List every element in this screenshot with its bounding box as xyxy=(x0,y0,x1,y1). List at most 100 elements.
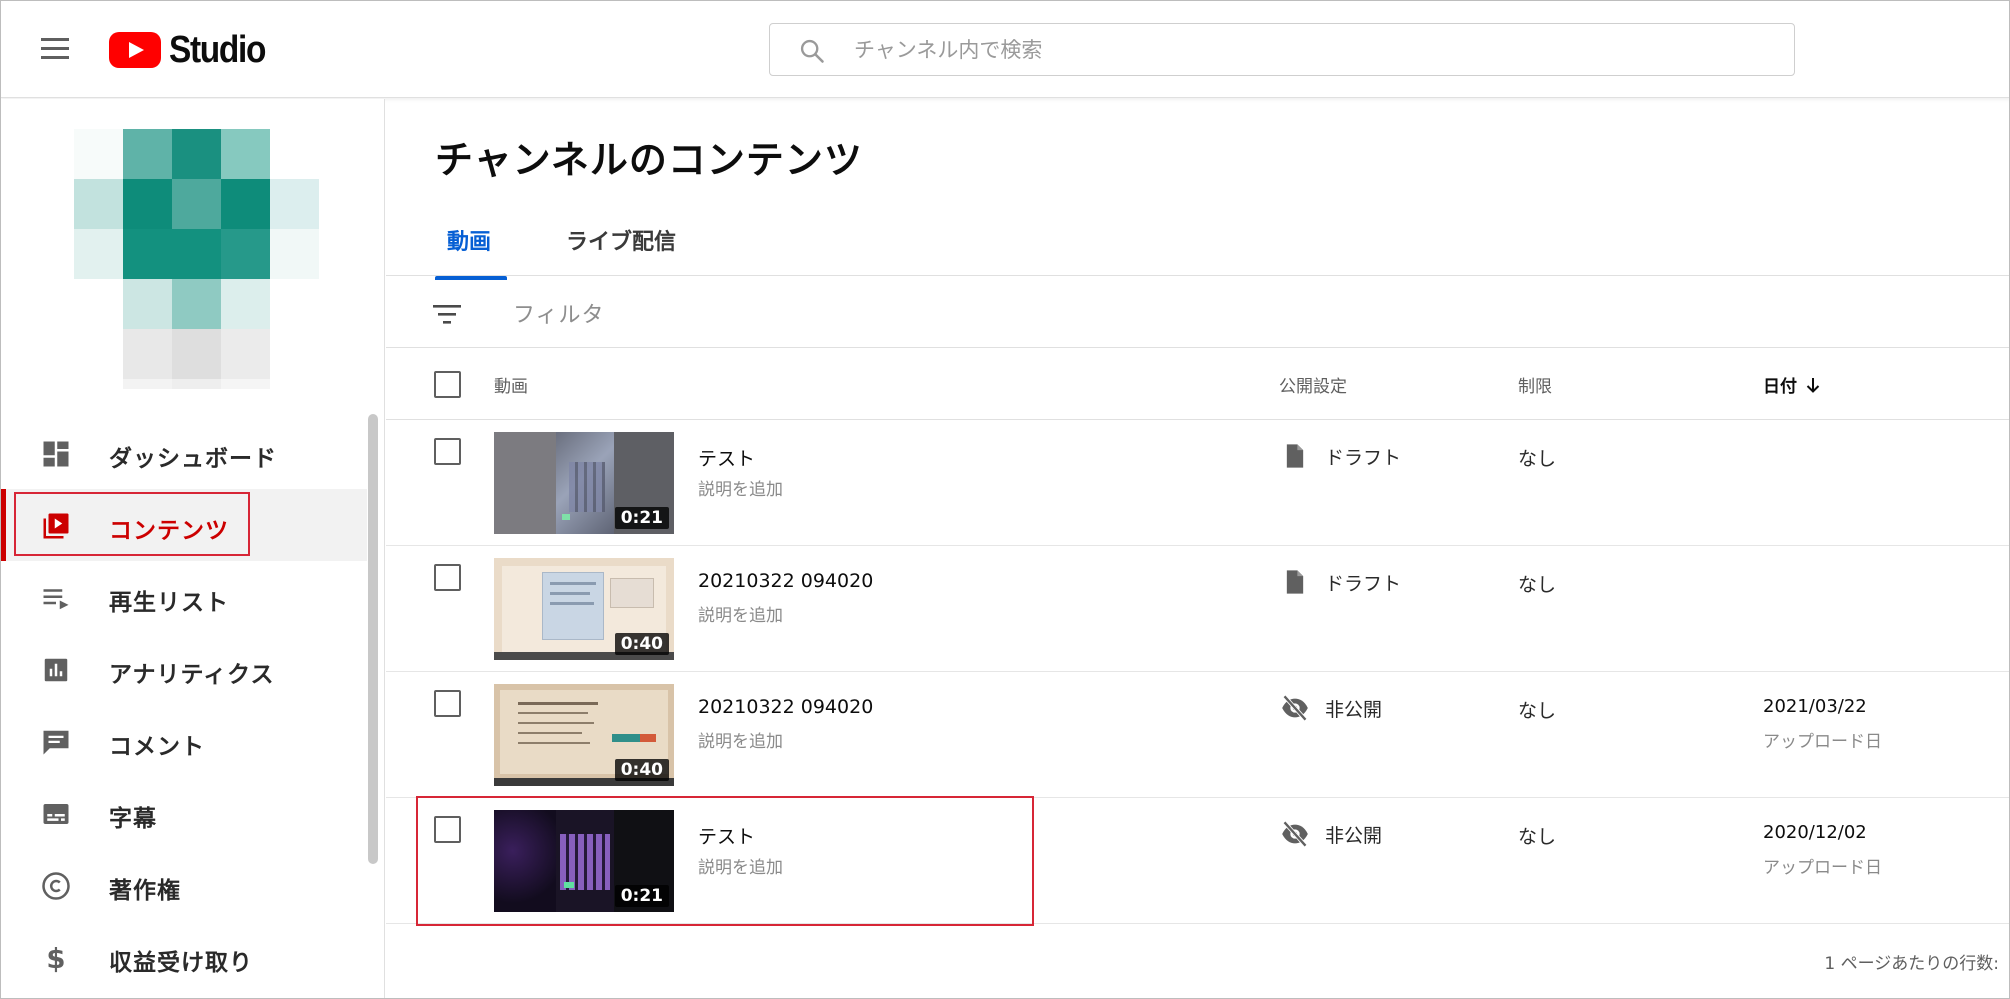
column-header-restrictions[interactable]: 制限 xyxy=(1518,372,1552,397)
draft-icon xyxy=(1286,570,1304,594)
table-row[interactable]: 0:21 テスト 説明を追加 非公開 なし 2020/12/02 アップロード日 xyxy=(386,796,2009,926)
search-box[interactable] xyxy=(769,23,1795,76)
video-thumbnail[interactable]: 0:21 xyxy=(494,432,674,534)
table-row[interactable]: 0:40 20210322 094020 説明を追加 ドラフト なし xyxy=(386,546,2009,672)
table-row[interactable]: 0:40 20210322 094020 説明を追加 非公開 なし 2021/0… xyxy=(386,672,2009,798)
draft-icon xyxy=(1286,444,1304,468)
restrictions-value: なし xyxy=(1518,448,1557,470)
rows-per-page-label: 1 ページあたりの行数: xyxy=(1824,954,1999,974)
svg-text:$: $ xyxy=(46,943,65,973)
video-description[interactable]: 説明を追加 xyxy=(698,475,783,500)
row-checkbox[interactable] xyxy=(434,690,461,717)
channel-avatar[interactable] xyxy=(74,129,320,389)
column-header-date-label: 日付 xyxy=(1763,377,1797,397)
dollar-icon: $ xyxy=(46,943,65,973)
table-row[interactable]: 0:21 テスト 説明を追加 ドラフト なし xyxy=(386,420,2009,546)
visibility-cell[interactable]: ドラフト xyxy=(1281,568,1401,596)
visibility-label: 非公開 xyxy=(1325,698,1383,721)
column-header-date[interactable]: 日付 xyxy=(1763,372,1821,397)
visibility-cell[interactable]: 非公開 xyxy=(1281,820,1382,848)
video-title[interactable]: テスト xyxy=(698,444,755,471)
playlist-icon xyxy=(43,589,69,610)
search-icon[interactable] xyxy=(798,37,826,65)
private-icon xyxy=(1282,820,1308,848)
video-description[interactable]: 説明を追加 xyxy=(698,727,783,752)
sort-down-arrow-icon xyxy=(1806,377,1820,393)
sidebar-item-label: 再生リスト xyxy=(109,590,229,616)
video-duration: 0:21 xyxy=(614,507,669,529)
sidebar-item-playlists[interactable]: 再生リスト xyxy=(1,561,367,633)
tab-label: 動画 xyxy=(447,230,492,255)
row-checkbox[interactable] xyxy=(434,816,461,843)
sidebar-item-label: 収益受け取り xyxy=(109,950,253,976)
tab-label: ライブ配信 xyxy=(566,230,677,255)
highlight-box xyxy=(14,492,250,556)
studio-window: Studio チャンネル内で検索 ダッシュボード コンテンツ 再生リスト アナリ… xyxy=(0,0,2010,999)
tab-live[interactable]: ライブ配信 xyxy=(566,224,676,280)
visibility-cell[interactable]: ドラフト xyxy=(1281,442,1401,470)
date-value: 2020/12/02 xyxy=(1763,822,1867,843)
top-bar: Studio xyxy=(1,1,2009,98)
column-header-visibility[interactable]: 公開設定 xyxy=(1279,372,1347,397)
divider xyxy=(386,347,2009,348)
sidebar-item-label: 字幕 xyxy=(109,806,157,832)
video-title[interactable]: 20210322 094020 xyxy=(698,570,873,592)
sidebar-item-comments[interactable]: コメント xyxy=(1,705,367,777)
divider xyxy=(386,275,2009,276)
video-duration: 0:40 xyxy=(614,759,669,781)
sidebar-item-content[interactable]: コンテンツ xyxy=(1,489,367,561)
sidebar-item-subtitles[interactable]: 字幕 xyxy=(1,777,367,849)
filter-icon[interactable] xyxy=(432,302,462,326)
visibility-cell[interactable]: 非公開 xyxy=(1281,694,1382,722)
video-title[interactable]: テスト xyxy=(698,822,755,849)
copyright-icon xyxy=(42,872,70,900)
sidebar-nav: ダッシュボード コンテンツ 再生リスト アナリティクス コメント 字幕 著作権 … xyxy=(1,417,367,993)
private-icon xyxy=(1282,694,1308,722)
sidebar-item-label: アナリティクス xyxy=(109,662,275,688)
video-description[interactable]: 説明を追加 xyxy=(698,601,783,626)
search-input[interactable] xyxy=(854,24,1754,75)
video-duration: 0:21 xyxy=(614,885,669,907)
date-label: アップロード日 xyxy=(1763,858,1882,878)
sidebar-item-label: 著作権 xyxy=(109,878,181,904)
visibility-label: ドラフト xyxy=(1325,572,1402,595)
video-thumbnail[interactable]: 0:21 xyxy=(494,810,674,912)
sidebar-item-analytics[interactable]: アナリティクス xyxy=(1,633,367,705)
visibility-label: 非公開 xyxy=(1325,824,1383,847)
youtube-play-icon xyxy=(109,32,161,68)
sidebar-item-label: コメント xyxy=(109,734,205,760)
sidebar-scrollbar[interactable] xyxy=(368,414,378,864)
menu-icon[interactable] xyxy=(39,35,73,65)
analytics-icon xyxy=(44,658,68,682)
restrictions-value: なし xyxy=(1518,574,1557,596)
video-duration: 0:40 xyxy=(614,633,669,655)
dashboard-icon xyxy=(43,441,69,467)
comment-icon xyxy=(43,730,69,755)
active-tab-indicator xyxy=(435,276,507,280)
sidebar-item-copyright[interactable]: 著作権 xyxy=(1,849,367,921)
row-checkbox[interactable] xyxy=(434,564,461,591)
row-checkbox[interactable] xyxy=(434,438,461,465)
page-title: チャンネルのコンテンツ xyxy=(435,138,863,182)
restrictions-value: なし xyxy=(1518,826,1557,848)
column-header-video[interactable]: 動画 xyxy=(494,372,528,397)
video-thumbnail[interactable]: 0:40 xyxy=(494,684,674,786)
logo-text: Studio xyxy=(169,28,266,71)
filter-input[interactable]: フィルタ xyxy=(513,297,605,329)
sidebar-item-dashboard[interactable]: ダッシュボード xyxy=(1,417,367,489)
sidebar-item-earn[interactable]: $ 収益受け取り xyxy=(1,921,367,993)
video-title[interactable]: 20210322 094020 xyxy=(698,696,873,718)
date-label: アップロード日 xyxy=(1763,732,1882,752)
video-thumbnail[interactable]: 0:40 xyxy=(494,558,674,660)
video-description[interactable]: 説明を追加 xyxy=(698,853,783,878)
sidebar-item-label: ダッシュボード xyxy=(109,446,277,472)
tab-videos[interactable]: 動画 xyxy=(447,224,491,280)
select-all-checkbox[interactable] xyxy=(434,371,461,398)
restrictions-value: なし xyxy=(1518,700,1557,722)
visibility-label: ドラフト xyxy=(1325,446,1402,469)
studio-logo[interactable]: Studio xyxy=(109,29,278,71)
date-value: 2021/03/22 xyxy=(1763,696,1867,717)
subtitles-icon xyxy=(43,804,69,824)
main-content: チャンネルのコンテンツ 動画 ライブ配信 フィルタ 動画 公開設定 制限 日付 xyxy=(386,99,2009,998)
sidebar: ダッシュボード コンテンツ 再生リスト アナリティクス コメント 字幕 著作権 … xyxy=(1,99,385,998)
